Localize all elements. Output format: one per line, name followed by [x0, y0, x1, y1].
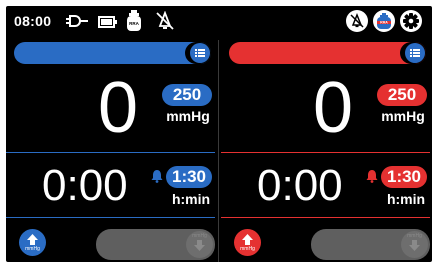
settings-button[interactable]: [400, 10, 422, 32]
right-time-setpoint[interactable]: 1:30: [381, 166, 427, 188]
status-bar: 08:00 RRA RRA: [6, 6, 432, 36]
battery-icon: [98, 15, 118, 33]
svg-text:RRA: RRA: [129, 21, 139, 26]
left-pressure-setpoint[interactable]: 250: [162, 84, 212, 106]
arrow-down-icon: [194, 240, 205, 251]
tank-icon: RRA: [126, 10, 142, 37]
right-pressure-setpoint[interactable]: 250: [377, 84, 427, 106]
clock: 08:00: [14, 13, 52, 29]
left-inflate-button[interactable]: mmHg: [19, 229, 46, 256]
alarm-muted-icon: [156, 10, 174, 36]
panel-divider: [218, 40, 219, 262]
right-pressure-unit: mmHg: [381, 108, 425, 124]
left-pressure-value: 0: [98, 68, 139, 148]
left-deflate-knob[interactable]: mmHg: [186, 231, 213, 258]
left-pressure-bar-end: [185, 42, 211, 64]
left-separator-top: [6, 152, 215, 153]
right-pressure-value: 0: [313, 68, 354, 148]
right-timer-value: 0:00: [257, 161, 343, 210]
right-channel-panel: 0 250 mmHg 0:00 1:30 h:min mmHg mmHg: [221, 36, 432, 262]
svg-text:RRA: RRA: [380, 21, 388, 25]
right-time-unit: h:min: [386, 191, 426, 207]
left-pressure-bar[interactable]: [14, 42, 211, 64]
list-icon[interactable]: [405, 43, 425, 63]
list-icon[interactable]: [190, 43, 210, 63]
bell-icon: [151, 169, 163, 188]
right-pressure-bar[interactable]: [229, 42, 426, 64]
left-inflate-label: mmHg: [25, 246, 40, 252]
right-inflate-label: mmHg: [240, 246, 255, 252]
left-time-setpoint[interactable]: 1:30: [166, 166, 212, 188]
alarm-mute-button[interactable]: [346, 10, 368, 32]
left-time-unit: h:min: [171, 191, 211, 207]
left-timer-value: 0:00: [42, 161, 128, 210]
right-inflate-button[interactable]: mmHg: [234, 229, 261, 256]
arrow-down-icon: [409, 240, 420, 251]
right-separator-top: [221, 152, 430, 153]
left-deflate-slider[interactable]: mmHg: [96, 229, 215, 260]
left-separator-bottom: [6, 217, 215, 218]
tank-button[interactable]: RRA: [373, 10, 395, 32]
device-screen: 08:00 RRA RRA 0 250 mmHg 0:00 1:30 h:min…: [6, 6, 432, 262]
right-pressure-bar-end: [400, 42, 426, 64]
right-deflate-knob[interactable]: mmHg: [401, 231, 428, 258]
power-plug-icon: [66, 14, 88, 33]
left-pressure-unit: mmHg: [166, 108, 210, 124]
right-separator-bottom: [221, 217, 430, 218]
bell-icon: [366, 169, 378, 188]
right-deflate-slider[interactable]: mmHg: [311, 229, 430, 260]
left-channel-panel: 0 250 mmHg 0:00 1:30 h:min mmHg mmHg: [6, 36, 217, 262]
